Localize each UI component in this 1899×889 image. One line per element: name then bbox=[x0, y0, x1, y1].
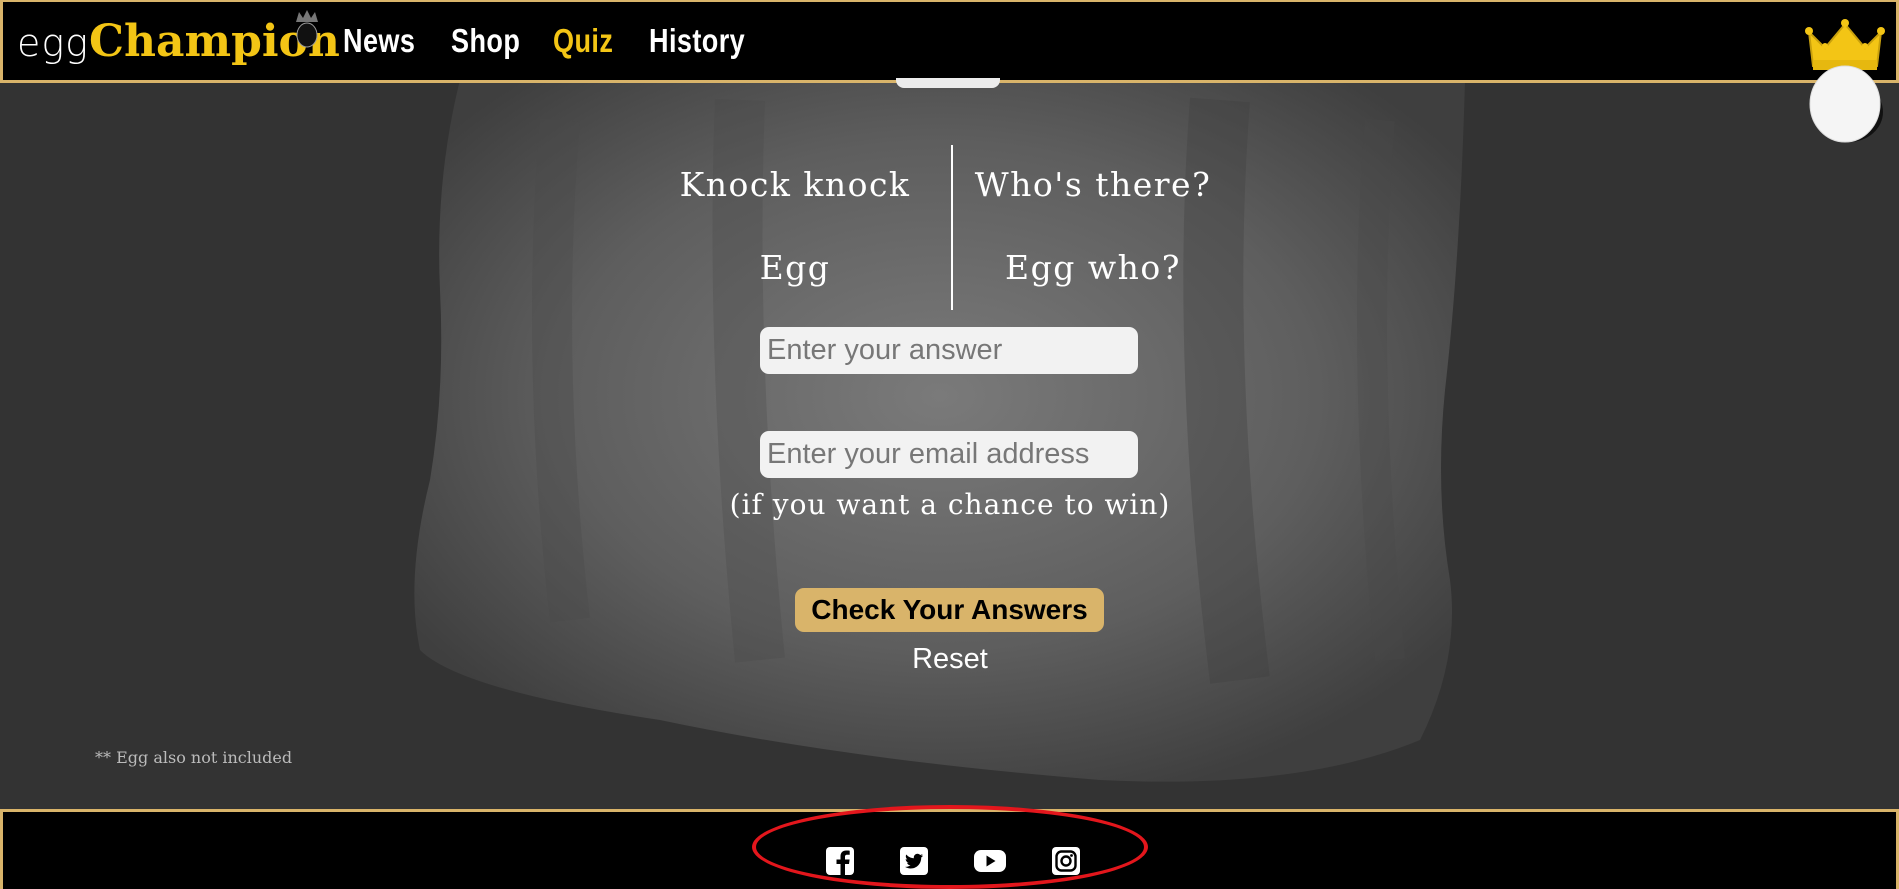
top-navbar: egg Champion News Shop Quiz History bbox=[0, 0, 1899, 83]
joke-line-egg: Egg bbox=[759, 248, 831, 287]
email-note: (if you want a chance to win) bbox=[729, 488, 1171, 521]
facebook-icon[interactable] bbox=[825, 846, 855, 876]
previous-input-edge bbox=[896, 78, 1000, 88]
crowned-egg-mascot-icon bbox=[1805, 19, 1885, 143]
answer-input[interactable] bbox=[760, 327, 1138, 374]
knock-knock-joke: Knock knock Who's there? Egg Egg who? bbox=[640, 145, 1260, 310]
nav-news[interactable]: News bbox=[343, 22, 415, 60]
egg-champion-logo[interactable]: egg Champion bbox=[17, 10, 340, 65]
logo-egg-text: egg bbox=[17, 21, 89, 65]
nav-quiz[interactable]: Quiz bbox=[553, 22, 613, 60]
joke-line-knock: Knock knock bbox=[679, 165, 911, 204]
reset-button[interactable]: Reset bbox=[850, 643, 1050, 676]
footnote: ** Egg also not included bbox=[95, 748, 293, 767]
nav-shop[interactable]: Shop bbox=[451, 22, 520, 60]
youtube-icon[interactable] bbox=[973, 846, 1007, 876]
main-nav: News Shop Quiz History bbox=[343, 22, 766, 60]
check-answers-button[interactable]: Check Your Answers bbox=[795, 588, 1104, 632]
joke-line-egg-who: Egg who? bbox=[1005, 248, 1181, 287]
instagram-icon[interactable] bbox=[1051, 846, 1081, 876]
email-input[interactable] bbox=[760, 431, 1138, 478]
twitter-icon[interactable] bbox=[899, 846, 929, 876]
footer bbox=[0, 809, 1899, 889]
joke-line-whos-there: Who's there? bbox=[974, 165, 1212, 204]
nav-history[interactable]: History bbox=[649, 22, 745, 60]
crowned-egg-icon bbox=[295, 10, 318, 48]
social-links bbox=[825, 846, 1081, 876]
